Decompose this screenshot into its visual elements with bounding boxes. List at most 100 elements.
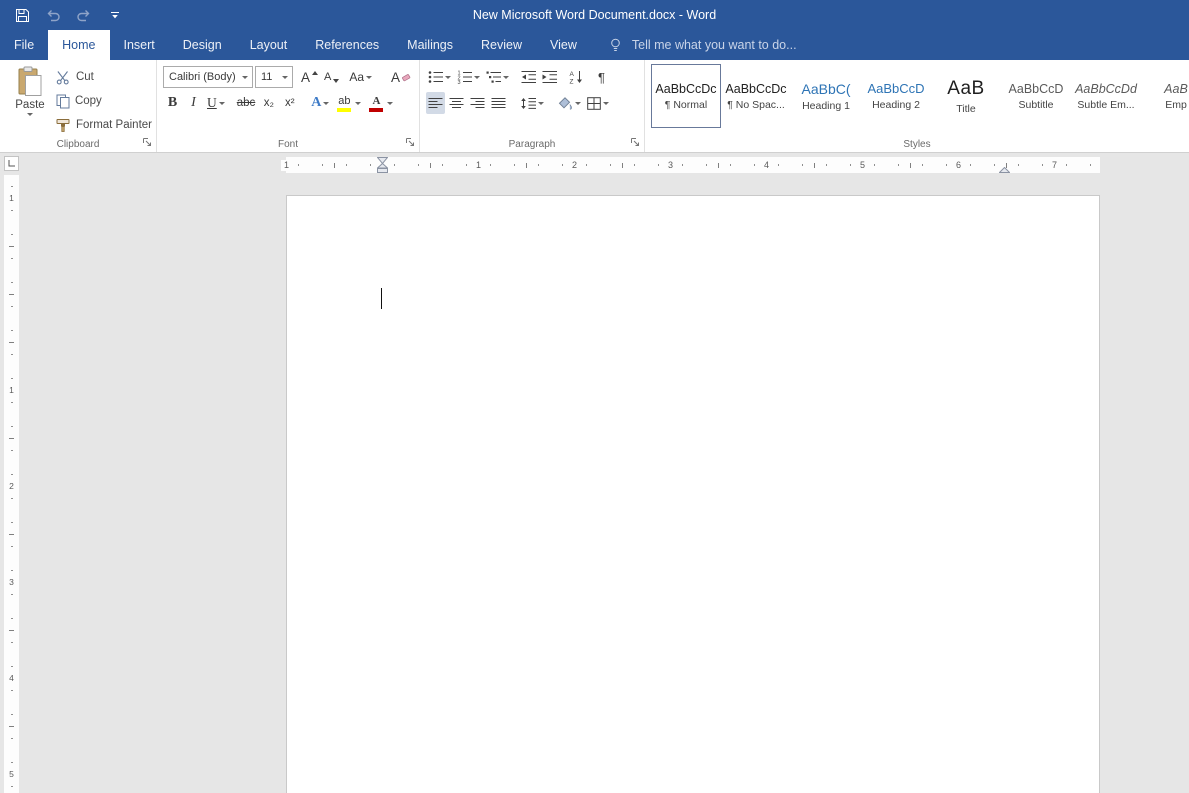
align-center-button[interactable] <box>447 92 466 114</box>
style-normal[interactable]: AaBbCcDc ¶ Normal <box>651 64 721 128</box>
borders-icon <box>587 96 601 110</box>
italic-button[interactable]: I <box>184 92 203 114</box>
numbering-button[interactable]: 123 <box>455 66 482 88</box>
title-bar: New Microsoft Word Document.docx - Word <box>0 0 1189 30</box>
show-hide-marks-button[interactable]: ¶ <box>592 66 611 88</box>
tab-design[interactable]: Design <box>169 30 236 60</box>
document-page[interactable] <box>286 195 1100 793</box>
paragraph-row-1: 123 AZ ¶ <box>426 65 638 89</box>
svg-text:Z: Z <box>570 79 574 85</box>
bold-button[interactable]: B <box>163 92 182 114</box>
horizontal-ruler[interactable]: 1 1 2 3 4 5 6 7 <box>281 157 1100 173</box>
tab-file[interactable]: File <box>0 30 48 60</box>
shading-dropdown-arrow <box>575 101 581 105</box>
subscript-glyph: x₂ <box>263 97 274 109</box>
svg-text:A: A <box>570 71 575 78</box>
borders-button[interactable] <box>585 92 611 114</box>
shrink-font-button[interactable]: A <box>322 66 341 88</box>
undo-icon[interactable] <box>44 6 62 24</box>
save-icon[interactable] <box>13 6 31 24</box>
format-painter-button[interactable]: Format Painter <box>56 115 152 135</box>
tab-references[interactable]: References <box>301 30 393 60</box>
paragraph-dialog-launcher-icon[interactable] <box>630 137 641 148</box>
style-heading-1[interactable]: AaBbC( Heading 1 <box>791 64 861 128</box>
font-row-1: Calibri (Body) 11 A A Aa A <box>163 65 413 89</box>
styles-group: AaBbCcDc ¶ Normal AaBbCcDc ¶ No Spac... … <box>645 60 1189 152</box>
style-subtitle[interactable]: AaBbCcD Subtitle <box>1001 64 1071 128</box>
style-subtle-emphasis[interactable]: AaBbCcDd Subtle Em... <box>1071 64 1141 128</box>
tab-insert[interactable]: Insert <box>110 30 169 60</box>
align-left-button[interactable] <box>426 92 445 114</box>
numbering-icon: 123 <box>458 71 472 84</box>
highlight-swatch: ab <box>335 92 353 114</box>
clear-formatting-button[interactable]: A <box>389 66 413 88</box>
tab-mailings[interactable]: Mailings <box>393 30 467 60</box>
style-heading-2[interactable]: AaBbCcD Heading 2 <box>861 64 931 128</box>
style-no-spacing[interactable]: AaBbCcDc ¶ No Spac... <box>721 64 791 128</box>
sort-button[interactable]: AZ <box>567 66 586 88</box>
clipboard-group: Paste Cut Copy Format Painter Clipboard <box>0 60 157 152</box>
tab-view[interactable]: View <box>536 30 591 60</box>
underline-button[interactable]: U <box>205 92 227 114</box>
style-preview: AaBbCcDd <box>1075 81 1137 96</box>
justify-icon <box>491 97 506 108</box>
multilevel-list-icon <box>486 71 501 83</box>
hanging-indent-marker[interactable] <box>376 162 389 173</box>
line-spacing-button[interactable] <box>518 92 546 114</box>
ribbon-home: Paste Cut Copy Format Painter Clipboard <box>0 60 1189 153</box>
superscript-glyph: x² <box>285 97 295 109</box>
style-title[interactable]: AaB Title <box>931 64 1001 128</box>
strikethrough-button[interactable]: abc <box>235 92 258 114</box>
paste-dropdown-arrow[interactable] <box>26 113 33 116</box>
tab-home[interactable]: Home <box>48 30 110 60</box>
highlight-glyph: ab <box>338 94 351 107</box>
style-preview: AaBbCcDc <box>725 81 787 96</box>
clipboard-group-label: Clipboard <box>56 139 100 150</box>
text-effects-glyph: A <box>311 95 322 110</box>
cut-button[interactable]: Cut <box>56 67 152 87</box>
ruler-row: 1 1 2 3 4 5 6 7 <box>0 153 1189 175</box>
ruler-number: 1 <box>473 159 484 171</box>
copy-button[interactable]: Copy <box>56 91 152 111</box>
shading-button[interactable] <box>556 92 583 114</box>
tab-review[interactable]: Review <box>467 30 536 60</box>
tell-me-box[interactable]: Tell me what you want to do... <box>607 30 797 60</box>
decrease-indent-button[interactable] <box>519 66 538 88</box>
tab-stop-selector[interactable] <box>4 156 19 171</box>
vertical-ruler[interactable]: 1 1 2 3 4 5 <box>4 175 19 793</box>
text-effects-button[interactable]: A <box>309 92 331 114</box>
grow-font-glyph: A <box>301 69 311 85</box>
align-right-button[interactable] <box>468 92 487 114</box>
increase-indent-button[interactable] <box>540 66 559 88</box>
redo-icon[interactable] <box>75 6 93 24</box>
font-dialog-launcher-icon[interactable] <box>405 137 416 148</box>
right-indent-marker[interactable] <box>998 166 1011 173</box>
clear-formatting-glyph: A <box>390 69 400 85</box>
style-label: ¶ No Spac... <box>727 98 785 111</box>
superscript-button[interactable]: x² <box>280 92 299 114</box>
svg-text:3: 3 <box>458 80 461 84</box>
tab-layout[interactable]: Layout <box>236 30 302 60</box>
style-emphasis[interactable]: AaB Emp <box>1141 64 1189 128</box>
grow-font-button[interactable]: A <box>299 66 320 88</box>
paste-button[interactable]: Paste <box>8 64 52 136</box>
shading-bucket-icon <box>558 96 572 110</box>
bullets-button[interactable] <box>426 66 453 88</box>
highlight-color-button[interactable]: ab <box>333 92 363 114</box>
subscript-button[interactable]: x₂ <box>259 92 278 114</box>
window-title: New Microsoft Word Document.docx - Word <box>472 8 717 22</box>
font-group: Calibri (Body) 11 A A Aa A B I U abc x₂ … <box>157 60 420 152</box>
customize-quick-access-icon[interactable] <box>106 6 124 24</box>
font-color-button[interactable]: A <box>365 92 395 114</box>
justify-button[interactable] <box>489 92 508 114</box>
font-name-combo[interactable]: Calibri (Body) <box>163 66 253 88</box>
change-case-button[interactable]: Aa <box>347 66 374 88</box>
font-color-dropdown-arrow <box>387 101 394 105</box>
bullets-icon <box>428 71 443 83</box>
font-size-combo[interactable]: 11 <box>255 66 293 88</box>
document-workspace: 1 1 2 3 4 5 <box>0 175 1189 793</box>
cut-label: Cut <box>75 71 94 83</box>
multilevel-list-button[interactable] <box>484 66 511 88</box>
ruler-number: 6 <box>953 159 964 171</box>
clipboard-dialog-launcher-icon[interactable] <box>142 137 153 148</box>
